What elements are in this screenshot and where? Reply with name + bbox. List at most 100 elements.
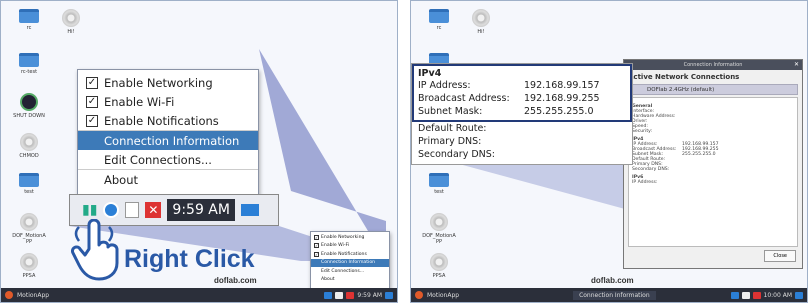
menu-item-enable-networking[interactable]: ✓ Enable Networking	[78, 73, 258, 92]
gear-icon	[20, 253, 38, 271]
desktop-icon-label: test	[24, 189, 34, 195]
monitor-icon[interactable]	[795, 291, 803, 299]
desktop-icon-shut-down[interactable]: SHUT DOWN	[9, 93, 49, 119]
menu-item-edit-connections-[interactable]: Edit Connections...	[78, 150, 258, 169]
taskbar: MotionApp Connection Information 10:00 A…	[411, 288, 807, 302]
close-app-icon[interactable]	[752, 291, 761, 299]
desktop-icon-rc-test[interactable]: rc-test	[9, 53, 49, 75]
desktop-icon-label: PPSA	[22, 273, 36, 279]
zoom-value: 255.255.255.0	[524, 106, 594, 117]
mini-menu-item[interactable]: ✓ Enable Wi-Fi	[311, 242, 389, 251]
taskbar-app[interactable]: MotionApp	[17, 292, 49, 299]
connection-info-window: Connection Information ✕ Active Network …	[623, 59, 803, 269]
zoom-row: Secondary DNS:	[418, 149, 495, 160]
monitor-icon[interactable]	[385, 291, 393, 299]
checkbox-checked-icon[interactable]: ✓	[314, 234, 319, 240]
power-icon	[20, 93, 38, 111]
gear-icon	[430, 253, 448, 271]
start-menu-icon[interactable]	[5, 291, 13, 299]
desktop-icon-label: Hi!	[67, 29, 75, 35]
gear-icon	[472, 9, 490, 27]
zoom-row: Primary DNS:	[418, 136, 482, 147]
left-screenshot: rc Hi! rc-test SHUT DOWN CHMOD test DOF_Motion…	[0, 0, 398, 303]
zoom-key: Subnet Mask:	[418, 106, 483, 117]
desktop-icon-label: PPSA	[432, 273, 446, 279]
folder-icon	[429, 173, 449, 187]
hand-pointer-icon	[71, 219, 119, 281]
taskbar-clock: 10:00 AM	[763, 291, 792, 299]
ipv4-highlight: IPv4 IP Address: 192.168.99.157 Broadcast …	[412, 64, 632, 122]
close-app-icon[interactable]	[346, 291, 355, 299]
tray-clock: 9:59 AM	[167, 199, 235, 221]
zoom-ipv4-row: Broadcast Address: 192.168.99.255	[418, 92, 626, 105]
desktop-icon-label: DOF_MotionA PP	[422, 233, 456, 245]
checkbox-checked-icon[interactable]: ✓	[86, 76, 98, 89]
zoom-row: Default Route:	[418, 123, 487, 134]
desktop-icon-dof-motiona-pp[interactable]: DOF_MotionA PP	[9, 213, 49, 245]
desktop-icon-rc[interactable]: rc	[419, 9, 459, 31]
checkbox-checked-icon[interactable]: ✓	[314, 251, 319, 257]
close-button[interactable]: Close	[764, 250, 796, 262]
mini-menu-item[interactable]: ✓ Enable Notifications	[311, 250, 389, 259]
desktop-icon-label: rc	[26, 25, 32, 31]
taskbar-app[interactable]: MotionApp	[427, 292, 459, 299]
desktop-icon-ppsa[interactable]: PPSA	[9, 253, 49, 279]
close-icon[interactable]: ✕	[794, 61, 799, 68]
ipv4-zoom-box: IPv4 IP Address: 192.168.99.157 Broadcast …	[411, 63, 633, 165]
mini-menu-item[interactable]: Connection Information	[311, 258, 389, 267]
menu-item-label: Connection Information	[104, 133, 240, 148]
checkbox-checked-icon[interactable]: ✓	[86, 114, 98, 127]
site-watermark: doflab.com	[591, 276, 634, 285]
mini-menu-item[interactable]: ✓ Enable Networking	[311, 233, 389, 242]
desktop-icon-label: test	[434, 189, 444, 195]
right-screenshot: rcHi!rc-testtestDOF_MotionA PPPPSA Conne…	[410, 0, 808, 303]
mini-menu-item[interactable]: About	[311, 276, 389, 285]
clipboard-icon[interactable]	[741, 291, 750, 299]
checkbox-checked-icon[interactable]: ✓	[314, 243, 319, 249]
field-key: Secondary DNS:	[632, 167, 670, 172]
menu-item-enable-wi-fi[interactable]: ✓ Enable Wi-Fi	[78, 92, 258, 111]
clipboard-icon[interactable]	[125, 202, 140, 218]
desktop-icon-test[interactable]: test	[419, 173, 459, 195]
folder-icon	[19, 173, 39, 187]
window-title: Connection Information	[624, 60, 802, 70]
zoom-ipv4-title: IPv4	[418, 68, 442, 79]
folder-icon	[19, 9, 39, 23]
network-icon[interactable]	[324, 291, 333, 299]
mini-menu-item[interactable]: Edit Connections...	[311, 267, 389, 276]
general-field: Security:	[632, 129, 653, 134]
desktop-icon-rc[interactable]: rc	[9, 9, 49, 31]
menu-item-label: Enable Networking	[104, 75, 213, 90]
zoom-ipv4-row: Subnet Mask: 255.255.255.0	[418, 105, 626, 118]
desktop-icon-label: CHMOD	[19, 153, 39, 159]
taskbar-clock: 9:59 AM	[357, 291, 382, 299]
menu-item-about[interactable]: About	[78, 170, 258, 189]
field-value: 255.255.255.0	[682, 152, 716, 157]
window-heading: Active Network Connections	[628, 73, 740, 81]
menu-item-connection-information[interactable]: Connection Information	[78, 131, 258, 150]
mini-menu-label: Connection Information	[321, 260, 376, 266]
desktop-icon-chmod[interactable]: CHMOD	[9, 133, 49, 159]
clipboard-icon[interactable]	[335, 291, 344, 299]
desktop-icon-hi-[interactable]: Hi!	[461, 9, 501, 35]
gear-icon	[430, 213, 448, 231]
site-watermark: doflab.com	[214, 276, 257, 285]
network-manager-icon[interactable]	[103, 202, 120, 218]
menu-item-enable-notifications[interactable]: ✓ Enable Notifications	[78, 111, 258, 130]
desktop-icon-dof-motiona-pp[interactable]: DOF_MotionA PP	[419, 213, 459, 245]
desktop-icon-label: SHUT DOWN	[13, 113, 45, 119]
signal-icon[interactable]: ▮▮	[82, 202, 97, 218]
monitor-icon[interactable]	[240, 204, 259, 216]
desktop-icon-ppsa[interactable]: PPSA	[419, 253, 459, 279]
desktop-icon-hi-[interactable]: Hi!	[51, 9, 91, 35]
tab-connection[interactable]: DOFlab 2.4GHz (default)	[628, 84, 798, 95]
network-icon[interactable]	[730, 291, 739, 299]
desktop-icon-test[interactable]: test	[9, 173, 49, 195]
checkbox-checked-icon[interactable]: ✓	[86, 95, 98, 108]
taskbar-task[interactable]: Connection Information	[573, 290, 656, 300]
zoom-ipv4-row: IP Address: 192.168.99.157	[418, 79, 626, 92]
menu-item-label: Enable Wi-Fi	[104, 94, 175, 109]
start-menu-icon[interactable]	[415, 291, 423, 299]
close-app-icon[interactable]: ✕	[145, 202, 162, 218]
folder-icon	[19, 53, 39, 67]
